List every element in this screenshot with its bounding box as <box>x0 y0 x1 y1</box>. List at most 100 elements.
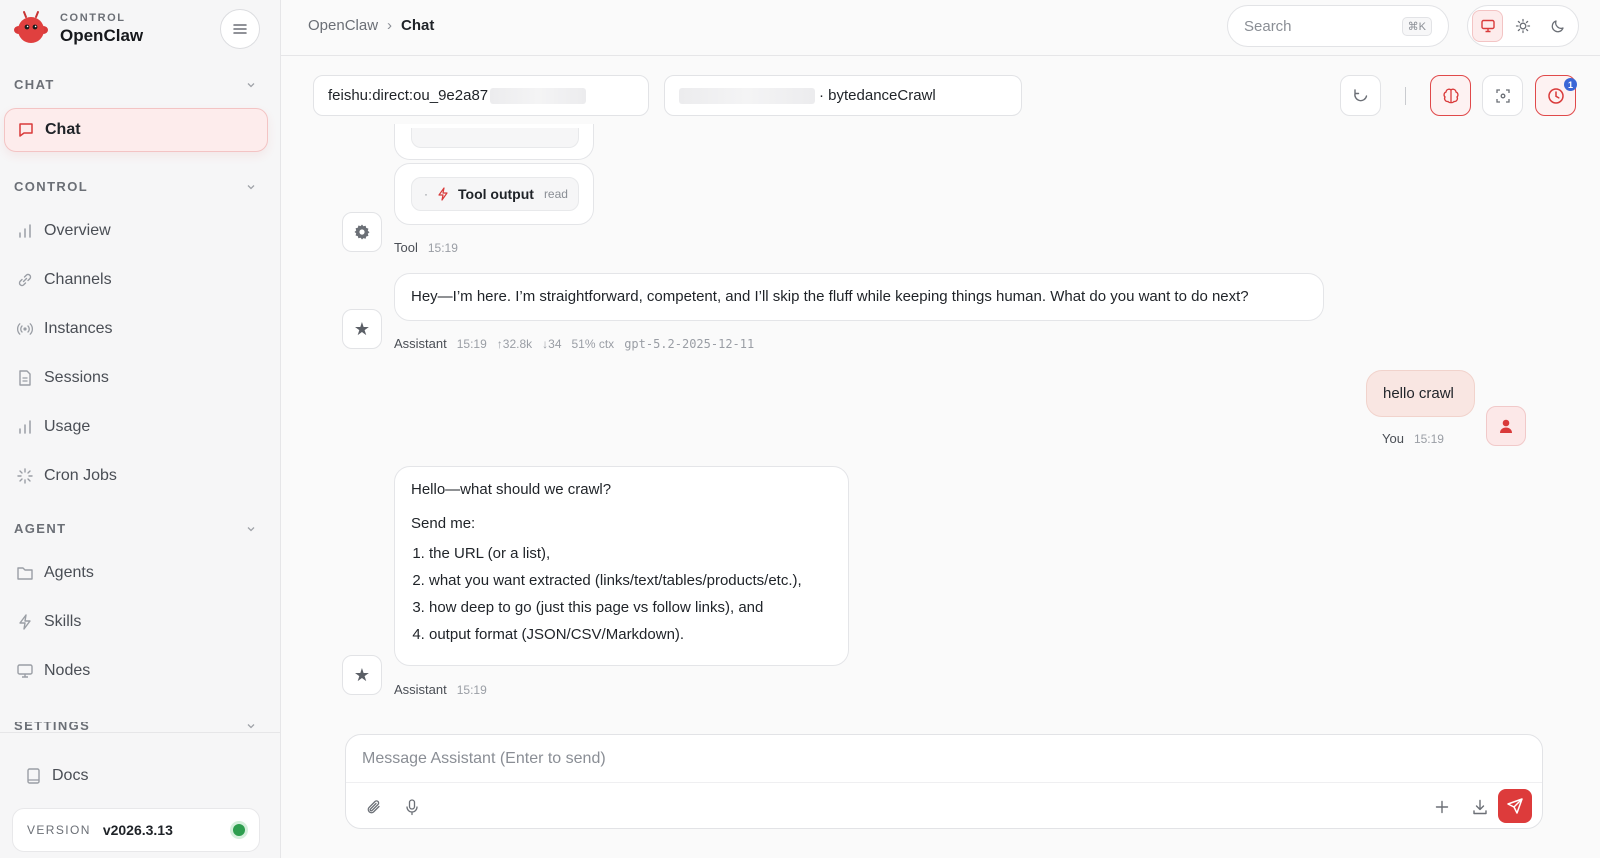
section-chat[interactable]: CHAT <box>14 77 258 92</box>
radio-signal-icon <box>16 320 34 338</box>
search-box[interactable]: Search ⌘K <box>1227 5 1449 47</box>
sidebar-item-nodes[interactable]: Nodes <box>4 649 268 693</box>
timestamp: 15:19 <box>456 336 487 351</box>
notification-badge: 1 <box>1564 78 1577 91</box>
sidebar-item-instances[interactable]: Instances <box>4 307 268 351</box>
user-message-bubble: hello crawl <box>1366 370 1475 417</box>
send-icon <box>1507 798 1523 814</box>
sidebar-item-channels[interactable]: Channels <box>4 258 268 302</box>
section-control[interactable]: CONTROL <box>14 179 258 194</box>
redacted-session-suffix <box>490 87 587 104</box>
tool-call-pill-clipped <box>411 128 579 148</box>
message-input[interactable] <box>346 735 1542 783</box>
tool-avatar <box>342 212 382 252</box>
bar-chart-icon <box>16 418 34 436</box>
agent-select[interactable]: · bytedanceCrawl <box>664 75 1022 116</box>
star-icon: ★ <box>353 318 371 339</box>
refresh-button[interactable] <box>1340 75 1381 116</box>
thinking-toggle-button[interactable] <box>1430 75 1471 116</box>
sidebar-item-sessions[interactable]: Sessions <box>4 356 268 400</box>
send-button[interactable] <box>1498 789 1532 823</box>
download-icon <box>1473 799 1487 815</box>
list-item: output format (JSON/CSV/Markdown). <box>429 621 832 648</box>
expand-dot-icon: · <box>424 187 428 201</box>
agent-name: · bytedanceCrawl <box>819 87 936 104</box>
sidebar-item-agents[interactable]: Agents <box>4 551 268 595</box>
sidebar-item-label: Docs <box>52 767 89 784</box>
assistant-message-bubble: Hello—what should we crawl? Send me: the… <box>394 466 849 666</box>
settings-clip: SETTINGS <box>0 722 270 732</box>
sidebar-item-skills[interactable]: Skills <box>4 600 268 644</box>
chat-bubble-icon <box>17 121 35 139</box>
sidebar-item-cron-jobs[interactable]: Cron Jobs <box>4 454 268 498</box>
moon-icon <box>1552 20 1564 33</box>
lightning-icon <box>438 187 448 201</box>
chevron-down-icon <box>247 526 255 531</box>
document-icon <box>16 369 34 387</box>
focus-mode-button[interactable] <box>1482 75 1523 116</box>
sidebar-item-label: Instances <box>44 320 113 337</box>
user-avatar <box>1486 406 1526 446</box>
assistant-message-bubble: Hey—I’m here. I’m straightforward, compe… <box>394 273 1324 321</box>
gear-icon <box>354 224 370 240</box>
sidebar-item-docs[interactable]: Docs <box>12 754 262 798</box>
tool-output-tag: read <box>543 187 568 201</box>
tokens-up: ↑32.8k <box>496 336 533 351</box>
model-name: gpt-5.2-2025-12-11 <box>624 336 755 351</box>
sidebar-item-chat[interactable]: Chat <box>4 108 268 152</box>
sidebar-item-label: Nodes <box>44 662 91 679</box>
theme-light-button[interactable] <box>1507 10 1538 42</box>
section-agent-label: AGENT <box>14 521 67 536</box>
tool-call-bubble-clipped <box>394 124 594 160</box>
brand-name: OpenClaw <box>60 26 144 45</box>
new-chat-button[interactable] <box>1426 791 1458 823</box>
link-icon <box>16 271 34 289</box>
sidebar-item-label: Cron Jobs <box>44 467 117 484</box>
monitor-icon <box>1480 19 1495 33</box>
user-message-text: hello crawl <box>1383 385 1454 402</box>
voice-input-button[interactable] <box>396 791 428 823</box>
sender-name: Tool <box>394 240 418 255</box>
openclaw-logo-icon <box>12 10 50 48</box>
assistant-meta: Assistant 15:19 ↑32.8k ↓34 51% ctx gpt-5… <box>394 336 754 351</box>
tool-output-pill[interactable]: · Tool output read <box>411 177 579 211</box>
plus-icon <box>1435 800 1449 814</box>
scheduled-tasks-button[interactable]: 1 <box>1535 75 1577 116</box>
sidebar-item-usage[interactable]: Usage <box>4 405 268 449</box>
user-meta: You 15:19 <box>1382 431 1444 446</box>
status-online-dot <box>233 824 245 836</box>
sidebar-item-label: Sessions <box>44 369 109 386</box>
brand[interactable]: CONTROL OpenClaw <box>12 10 143 48</box>
breadcrumb-root[interactable]: OpenClaw <box>308 17 378 34</box>
attach-button[interactable] <box>358 791 390 823</box>
scan-focus-icon <box>1495 88 1510 103</box>
export-button[interactable] <box>1464 791 1496 823</box>
sidebar-item-overview[interactable]: Overview <box>4 209 268 253</box>
microphone-icon <box>406 799 418 816</box>
section-settings[interactable]: SETTINGS <box>14 722 258 732</box>
hamburger-icon <box>233 24 247 34</box>
section-agent[interactable]: AGENT <box>14 521 258 536</box>
collapse-sidebar-button[interactable] <box>220 9 260 49</box>
search-shortcut: ⌘K <box>1401 16 1432 36</box>
sender-name: You <box>1382 431 1404 446</box>
lightning-icon <box>16 613 34 631</box>
sidebar-divider <box>0 732 280 733</box>
sender-name: Assistant <box>394 682 447 697</box>
topbar: OpenClaw › Chat Search ⌘K <box>281 0 1600 56</box>
assistant-message-text: Hey—I’m here. I’m straightforward, compe… <box>411 288 1249 305</box>
composer <box>345 734 1543 829</box>
section-control-label: CONTROL <box>14 179 89 194</box>
timestamp: 15:19 <box>456 682 487 697</box>
sidebar-item-label: Agents <box>44 564 94 581</box>
monitor-icon <box>16 662 34 680</box>
timestamp: 15:19 <box>1413 431 1444 446</box>
tokens-down: ↓34 <box>542 336 562 351</box>
assistant-avatar: ★ <box>342 309 382 349</box>
theme-system-button[interactable] <box>1472 10 1504 42</box>
section-chat-label: CHAT <box>14 77 55 92</box>
timestamp: 15:19 <box>427 240 458 255</box>
session-select[interactable]: feishu:direct:ou_9e2a87 <box>313 75 649 116</box>
chevron-down-icon <box>247 184 255 189</box>
theme-dark-button[interactable] <box>1543 10 1574 42</box>
